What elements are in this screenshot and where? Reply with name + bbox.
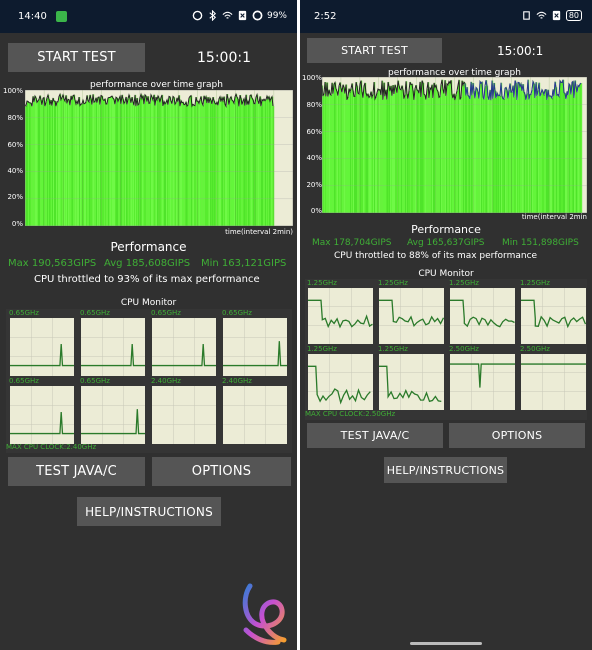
help-instructions-button[interactable]: HELP/INSTRUCTIONS — [77, 497, 221, 526]
options-button[interactable]: OPTIONS — [152, 457, 291, 486]
cpu-core-graph — [152, 386, 216, 444]
performance-title: Performance — [110, 240, 187, 254]
cpu-monitor-panel: 1.25GHz 1.25GHz 1.25GHz 1.25GHz 1.25GHz 1.25G… — [305, 279, 587, 420]
cpu-core-graph — [308, 354, 373, 410]
cpu-core-frequency: 1.25GHz — [449, 279, 479, 287]
status-icons: 99% — [192, 10, 287, 21]
watermark-logo-icon — [242, 583, 287, 645]
cpu-core-graph — [81, 386, 145, 444]
cpu-core-frequency: 0.65GHz — [80, 377, 110, 385]
performance-graph-canvas — [322, 77, 587, 213]
cpu-core-graph — [223, 318, 287, 376]
cpu-core-frequency: 0.65GHz — [9, 309, 39, 317]
status-time: 2:52 — [314, 11, 337, 22]
cpu-monitor-title: CPU Monitor — [418, 269, 474, 279]
bluetooth-icon — [209, 10, 217, 21]
cpu-core-graph — [521, 354, 586, 410]
y-tick: 100% — [301, 74, 322, 82]
y-tick: 60% — [7, 141, 23, 149]
test-java-button[interactable]: TEST JAVA/C — [307, 423, 443, 448]
cpu-core-frequency: 0.65GHz — [151, 309, 181, 317]
no-sim-icon — [238, 10, 247, 21]
battery-indicator: 80 — [565, 10, 582, 21]
help-instructions-button[interactable]: HELP/INSTRUCTIONS — [384, 457, 507, 483]
status-bar: 14:40 99% — [0, 0, 297, 33]
performance-title: Performance — [411, 223, 481, 236]
settings-icon — [192, 10, 203, 21]
cpu-core-frequency: 0.65GHz — [80, 309, 110, 317]
cpu-core-frequency: 2.50GHz — [449, 345, 479, 353]
cpu-core-frequency: 0.65GHz — [9, 377, 39, 385]
max-cpu-clock: MAX CPU CLOCK:2.50GHz — [305, 410, 396, 418]
cpu-core-graph — [152, 318, 216, 376]
cpu-core-frequency: 0.65GHz — [222, 309, 252, 317]
cpu-monitor-panel: 0.65GHz 0.65GHz 0.65GHz 0.65GHz 0.65GHz 0.65G… — [6, 309, 292, 453]
cpu-core-graph — [450, 288, 515, 344]
cpu-core-graph — [379, 288, 444, 344]
cpu-core-frequency: 1.25GHz — [378, 345, 408, 353]
performance-graph — [25, 90, 293, 226]
cpu-core-graph — [450, 354, 515, 410]
y-tick: 0% — [310, 207, 322, 215]
cpu-core-frequency: 1.25GHz — [307, 279, 337, 287]
avg-gips: Avg 185,608GIPS — [104, 258, 191, 269]
cpu-core-graph — [223, 386, 287, 444]
cpu-core-graph — [379, 354, 444, 410]
graph-title: performance over time graph — [90, 80, 223, 90]
throttle-message: CPU throttled to 88% of its max performa… — [334, 251, 538, 261]
performance-graph-canvas — [25, 90, 293, 226]
cpu-core-frequency: 1.25GHz — [520, 279, 550, 287]
performance-graph — [322, 77, 587, 213]
y-tick: 20% — [306, 181, 322, 189]
battery-ring-icon — [252, 10, 263, 21]
cpu-core-frequency: 2.40GHz — [222, 377, 252, 385]
start-test-button[interactable]: START TEST — [8, 43, 145, 72]
left-phone-screen: 14:40 99% START TEST 15:00:1 performance… — [0, 0, 297, 650]
cpu-core-graph — [10, 318, 74, 376]
y-tick: 40% — [7, 167, 23, 175]
cpu-core-graph — [521, 288, 586, 344]
cpu-core-frequency: 2.50GHz — [520, 345, 550, 353]
test-java-button[interactable]: TEST JAVA/C — [8, 457, 145, 486]
x-axis-label: time(interval 2min — [521, 213, 587, 221]
wifi-icon — [536, 11, 547, 19]
options-button[interactable]: OPTIONS — [449, 423, 585, 448]
cpu-core-graph — [308, 288, 373, 344]
cpu-core-frequency: 1.25GHz — [307, 345, 337, 353]
no-sim-icon — [552, 10, 560, 21]
right-phone-screen: 2:52 80 START TEST 15:00:1 performance o… — [300, 0, 592, 650]
vibrate-icon — [523, 11, 530, 20]
start-test-button[interactable]: START TEST — [307, 38, 442, 63]
y-tick: 80% — [7, 114, 23, 122]
max-cpu-clock: MAX CPU CLOCK:2.40GHz — [6, 443, 97, 451]
cpu-core-frequency: 1.25GHz — [378, 279, 408, 287]
notification-icon — [56, 11, 67, 22]
y-tick: 20% — [7, 193, 23, 201]
timer: 15:00:1 — [197, 50, 251, 66]
y-tick: 40% — [306, 154, 322, 162]
cpu-monitor-title: CPU Monitor — [120, 298, 177, 308]
throttle-message: CPU throttled to 93% of its max performa… — [34, 274, 260, 285]
x-axis-label: time(interval 2min) — [225, 228, 293, 236]
cpu-core-graph — [10, 386, 74, 444]
gesture-navigation-bar[interactable] — [410, 642, 482, 645]
status-time: 14:40 — [18, 11, 47, 22]
max-gips: Max 178,704GIPS — [312, 238, 392, 248]
status-icons: 80 — [521, 10, 582, 21]
battery-percent: 99% — [266, 10, 287, 21]
y-tick: 0% — [11, 220, 23, 228]
cpu-core-frequency: 2.40GHz — [151, 377, 181, 385]
y-tick: 100% — [2, 87, 23, 95]
status-bar: 2:52 80 — [300, 0, 592, 33]
max-gips: Max 190,563GIPS — [8, 258, 97, 269]
y-tick: 80% — [306, 101, 322, 109]
avg-gips: Avg 165,637GIPS — [407, 238, 485, 248]
min-gips: Min 151,898GIPS — [502, 238, 579, 248]
wifi-icon — [222, 11, 233, 19]
cpu-core-graph — [81, 318, 145, 376]
y-tick: 60% — [306, 128, 322, 136]
min-gips: Min 163,121GIPS — [201, 258, 287, 269]
timer: 15:00:1 — [497, 44, 544, 58]
